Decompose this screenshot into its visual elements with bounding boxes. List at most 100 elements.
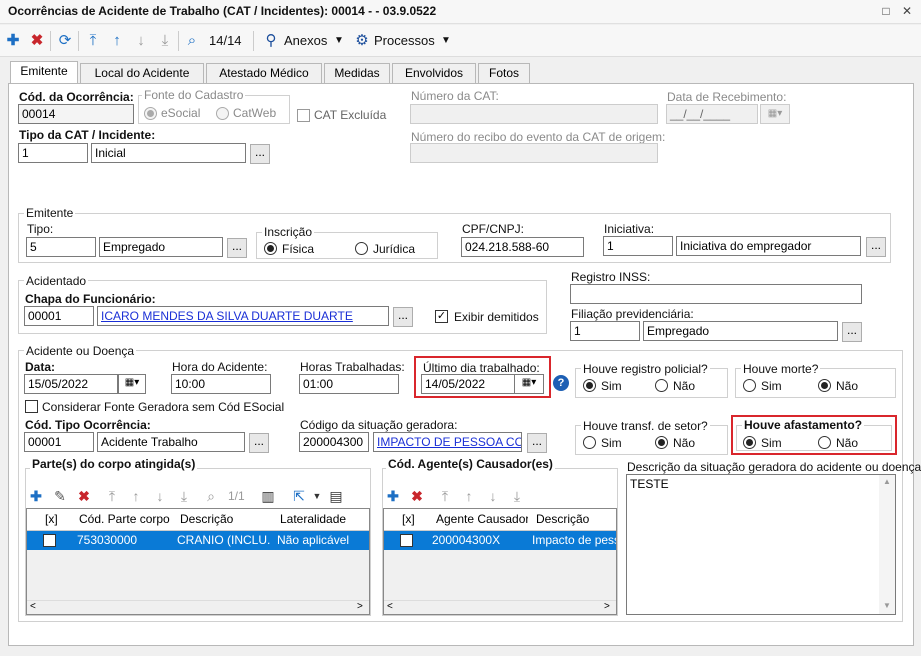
employee-name-field[interactable]: ICARO MENDES DA SILVA DUARTE DUARTE: [97, 306, 389, 326]
iniciativa-lookup-button[interactable]: ...: [866, 237, 886, 257]
search-icon[interactable]: ⌕: [182, 31, 202, 51]
scroll-up-icon[interactable]: ▲: [883, 477, 891, 486]
previous-record-icon[interactable]: ↑: [461, 488, 477, 504]
situation-desc-field[interactable]: IMPACTO DE PESSOA CONT: [373, 432, 522, 452]
description-textarea[interactable]: TESTE ▲ ▼: [626, 474, 896, 615]
iniciativa-desc-field[interactable]: Iniciativa do empregador: [676, 236, 861, 256]
next-record-icon[interactable]: ↓: [131, 31, 151, 51]
filiacao-lookup-button[interactable]: ...: [842, 322, 862, 342]
source-esocial-radio[interactable]: [144, 107, 157, 120]
police-report-no-radio[interactable]: [655, 379, 668, 392]
table-row[interactable]: 753030000 CRANIO (INCLU... Não aplicável: [27, 531, 369, 550]
death-no-radio[interactable]: [818, 379, 831, 392]
processes-menu[interactable]: Processos: [374, 33, 435, 48]
last-record-icon[interactable]: ⤓: [509, 488, 525, 504]
edit-icon[interactable]: ✎: [52, 488, 68, 504]
chapa-field[interactable]: 00001: [24, 306, 94, 326]
inss-field[interactable]: [570, 284, 862, 304]
police-report-yes-radio[interactable]: [583, 379, 596, 392]
columns-icon[interactable]: ▥: [260, 488, 276, 504]
previous-record-icon[interactable]: ↑: [107, 31, 127, 51]
tab-envolvidos[interactable]: Envolvidos: [392, 63, 476, 83]
show-dismissed-checkbox[interactable]: ✓: [435, 310, 448, 323]
row-checkbox[interactable]: [400, 534, 413, 547]
first-record-icon[interactable]: ⤒: [83, 31, 103, 51]
emitente-tipo-lookup-button[interactable]: ...: [227, 238, 247, 258]
attachments-menu[interactable]: Anexos: [284, 33, 327, 48]
hours-worked-field[interactable]: 01:00: [299, 374, 399, 394]
cat-excluded-checkbox[interactable]: [297, 109, 310, 122]
fonte-geradora-checkbox[interactable]: [25, 400, 38, 413]
add-icon[interactable]: ✚: [28, 488, 44, 504]
vertical-scrollbar[interactable]: ▲ ▼: [879, 475, 895, 614]
last-record-icon[interactable]: ⤓: [176, 488, 192, 504]
leave-no-radio[interactable]: [818, 436, 831, 449]
inscricao-juridica-radio[interactable]: [355, 242, 368, 255]
inscricao-fisica-radio[interactable]: [264, 242, 277, 255]
last-record-icon[interactable]: ⤓: [155, 31, 175, 51]
first-record-icon[interactable]: ⤒: [437, 488, 453, 504]
emitente-tipo-code-field[interactable]: 5: [26, 237, 96, 257]
cat-type-desc-field[interactable]: Inicial: [91, 143, 246, 163]
employee-name-link[interactable]: ICARO MENDES DA SILVA DUARTE DUARTE: [101, 309, 353, 323]
chevron-down-icon[interactable]: ▼: [309, 488, 325, 504]
add-icon[interactable]: ✚: [3, 31, 23, 51]
origin-receipt-field[interactable]: [410, 143, 658, 163]
refresh-icon[interactable]: ⟳: [55, 31, 75, 51]
scroll-left-icon[interactable]: <: [387, 601, 393, 612]
calendar-icon[interactable]: ▦▾: [760, 104, 790, 124]
help-icon[interactable]: ?: [553, 375, 569, 391]
transfer-yes-radio[interactable]: [583, 436, 596, 449]
scroll-right-icon[interactable]: >: [357, 601, 363, 612]
col-laterality[interactable]: Lateralidade: [276, 509, 368, 530]
search-icon[interactable]: ⌕: [203, 488, 219, 504]
tab-emitente[interactable]: Emitente: [10, 61, 78, 84]
situation-code-field[interactable]: 200004300: [299, 432, 369, 452]
first-record-icon[interactable]: ⤒: [104, 488, 120, 504]
emitente-tipo-desc-field[interactable]: Empregado: [99, 237, 223, 257]
source-catweb-radio[interactable]: [216, 107, 229, 120]
filiacao-code-field[interactable]: 1: [570, 321, 640, 341]
row-checkbox[interactable]: [43, 534, 56, 547]
iniciativa-code-field[interactable]: 1: [603, 236, 673, 256]
filiacao-desc-field[interactable]: Empregado: [643, 321, 838, 341]
col-agent[interactable]: Agente Causador: [432, 509, 528, 530]
occurrence-type-code-field[interactable]: 00001: [24, 432, 94, 452]
death-yes-radio[interactable]: [743, 379, 756, 392]
col-select[interactable]: [x]: [41, 509, 69, 530]
delete-icon[interactable]: ✖: [76, 488, 92, 504]
cat-number-field[interactable]: [410, 104, 658, 124]
table-row[interactable]: 200004300X Impacto de pess...: [384, 531, 616, 550]
paperclip-icon[interactable]: ⚲: [261, 31, 281, 51]
scroll-left-icon[interactable]: <: [30, 601, 36, 612]
chevron-down-icon[interactable]: ▼: [334, 35, 344, 46]
export-icon[interactable]: ⇱: [291, 488, 307, 504]
next-record-icon[interactable]: ↓: [485, 488, 501, 504]
cpf-field[interactable]: 024.218.588-60: [461, 237, 584, 257]
accident-date-field[interactable]: 15/05/2022: [24, 374, 118, 394]
situation-lookup-button[interactable]: ...: [527, 433, 547, 453]
tab-fotos[interactable]: Fotos: [478, 63, 530, 83]
tab-atestado-medico[interactable]: Atestado Médico: [206, 63, 322, 83]
horizontal-scrollbar[interactable]: < >: [384, 600, 616, 614]
gear-icon[interactable]: ⚙: [352, 31, 372, 51]
col-description[interactable]: Descrição: [176, 509, 272, 530]
scroll-right-icon[interactable]: >: [604, 601, 610, 612]
delete-icon[interactable]: ✖: [409, 488, 425, 504]
previous-record-icon[interactable]: ↑: [128, 488, 144, 504]
scroll-down-icon[interactable]: ▼: [883, 601, 891, 610]
tab-local-do-acidente[interactable]: Local do Acidente: [80, 63, 204, 83]
accident-time-field[interactable]: 10:00: [171, 374, 271, 394]
leave-yes-radio[interactable]: [743, 436, 756, 449]
horizontal-scrollbar[interactable]: < >: [27, 600, 369, 614]
occurrence-code-field[interactable]: 00014: [18, 104, 134, 124]
next-record-icon[interactable]: ↓: [152, 488, 168, 504]
transfer-no-radio[interactable]: [655, 436, 668, 449]
cat-type-lookup-button[interactable]: ...: [250, 144, 270, 164]
chapa-lookup-button[interactable]: ...: [393, 307, 413, 327]
col-code[interactable]: Cód. Parte corpo: [75, 509, 173, 530]
close-icon[interactable]: ✕: [899, 3, 915, 19]
calendar-icon[interactable]: ▦▾: [514, 374, 544, 394]
occurrence-type-lookup-button[interactable]: ...: [249, 433, 269, 453]
occurrence-type-desc-field[interactable]: Acidente Trabalho: [97, 432, 245, 452]
